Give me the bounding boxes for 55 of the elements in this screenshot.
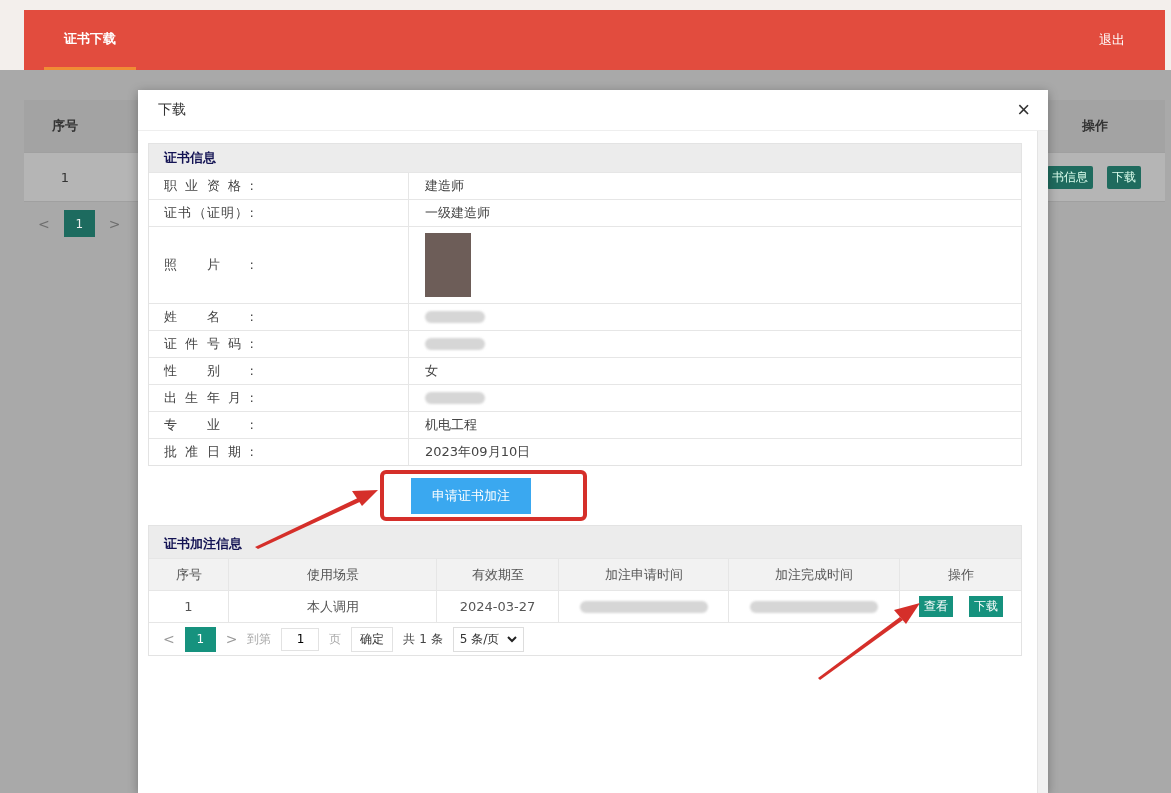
page-input[interactable]: 1 (281, 627, 320, 651)
field-label: 批准日期: (164, 443, 254, 461)
table-cell: 2024-03-27 (459, 599, 536, 614)
total-count: 共 1 条 (403, 630, 443, 648)
field-label: 性别: (164, 362, 254, 380)
page-size-select[interactable]: 5 条/页 (452, 626, 525, 652)
column-header: 操作 (1081, 117, 1109, 135)
apply-button[interactable]: 申请证书加注 (411, 477, 531, 514)
field-label: 出生年月: (164, 389, 254, 407)
field-value: 一级建造师 (425, 204, 490, 222)
column-header: 使用场景 (229, 559, 437, 590)
column-header: 操作 (946, 565, 975, 584)
blurred-value (425, 392, 485, 404)
next-page-button[interactable]: > (225, 631, 238, 647)
field-label: 专业: (164, 416, 254, 434)
blurred-value (425, 311, 485, 323)
dialog-title: 下载 (158, 101, 186, 119)
confirm-button[interactable]: 确定 (351, 626, 394, 652)
table-cell: 1 (184, 599, 193, 614)
section-heading: 证书信息 (149, 144, 1021, 172)
field-value: 机电工程 (425, 416, 477, 434)
column-header: 加注完成时间 (729, 559, 900, 590)
scrollbar[interactable] (1037, 131, 1048, 793)
field-label: 证件号码: (164, 335, 254, 353)
action-button[interactable]: 下载 (1107, 165, 1141, 189)
field-value: 建造师 (425, 177, 464, 195)
field-label: 照片: (164, 256, 254, 274)
page-button[interactable]: 1 (184, 626, 216, 652)
photo-placeholder (425, 233, 471, 297)
blurred-value (425, 338, 485, 350)
field-value: 2023年09月10日 (425, 443, 531, 461)
field-label: 证书（证明）: (164, 204, 254, 222)
field-label: 职业资格: (164, 177, 254, 195)
column-header: 加注申请时间 (559, 559, 729, 590)
page-unit-label: 页 (329, 630, 342, 648)
logout-link[interactable]: 退出 (1099, 31, 1125, 49)
page-button[interactable]: 1 (63, 210, 95, 237)
action-button[interactable]: 书信息 (1047, 165, 1093, 189)
action-button[interactable]: 下载 (968, 596, 1003, 617)
table-cell: 本人调用 (306, 597, 359, 616)
section-heading: 证书加注信息 (149, 526, 1021, 558)
caret-icon (507, 635, 518, 643)
nav-tab[interactable]: 证书下载 (44, 10, 136, 70)
field-label: 姓名: (164, 308, 254, 326)
field-value: 女 (425, 362, 438, 380)
next-page-button[interactable]: > (108, 215, 121, 232)
column-header: 序号 (51, 117, 79, 135)
column-header: 有效期至 (437, 559, 559, 590)
action-button[interactable]: 查看 (918, 596, 953, 617)
previous-page-button[interactable]: < (38, 215, 50, 232)
column-header: 序号 (149, 559, 229, 590)
goto-label: 到第 (247, 630, 272, 648)
table-cell-text: 1 (59, 169, 71, 185)
previous-page-button[interactable]: < (163, 631, 175, 647)
close-button[interactable]: × (1013, 99, 1034, 121)
